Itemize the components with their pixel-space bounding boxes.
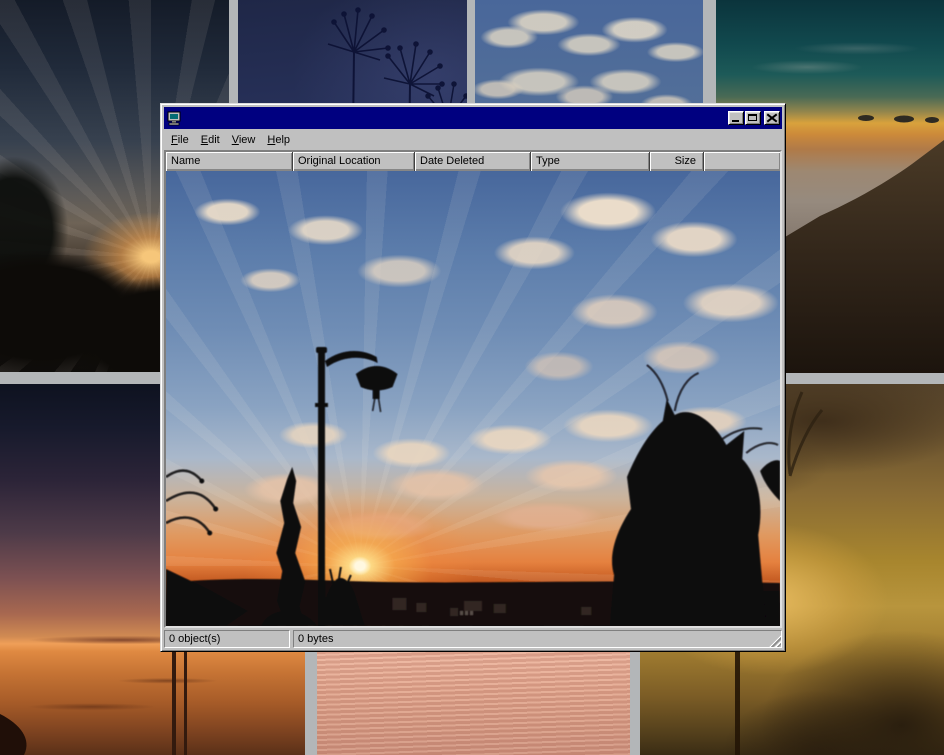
close-button[interactable]: [764, 111, 780, 125]
resize-grip[interactable]: [768, 634, 781, 647]
menu-view-rest: iew: [239, 134, 256, 146]
silhouettes-graphic: [166, 171, 780, 626]
title-bar[interactable]: [164, 107, 782, 129]
status-bar: 0 object(s) 0 bytes: [164, 630, 782, 648]
status-byte-count: 0 bytes: [293, 630, 782, 648]
minimize-icon: [732, 120, 739, 122]
list-viewport-sunset-photo[interactable]: [166, 171, 780, 626]
status-object-count: 0 object(s): [164, 630, 290, 648]
menu-file-hotkey: F: [171, 134, 178, 146]
menu-help-rest: elp: [275, 134, 290, 146]
menu-file-rest: ile: [178, 134, 189, 146]
menu-view-hotkey: V: [232, 134, 239, 146]
maximize-button[interactable]: [745, 111, 761, 125]
menu-edit[interactable]: Edit: [195, 132, 226, 148]
maximize-icon: [748, 114, 757, 121]
column-header-empty[interactable]: [704, 152, 780, 171]
list-view: Name Original Location Date Deleted Type…: [164, 150, 782, 628]
desktop: File Edit View Help Name Original Locati…: [0, 0, 944, 755]
menu-bar: File Edit View Help: [164, 129, 782, 150]
menu-file[interactable]: File: [165, 132, 195, 148]
minimize-button[interactable]: [728, 111, 744, 125]
menu-help[interactable]: Help: [261, 132, 296, 148]
column-header-row: Name Original Location Date Deleted Type…: [166, 152, 780, 171]
column-header-type[interactable]: Type: [531, 152, 650, 171]
column-header-size[interactable]: Size: [650, 152, 704, 171]
column-header-date-deleted[interactable]: Date Deleted: [415, 152, 531, 171]
close-icon: [767, 114, 777, 122]
column-header-name[interactable]: Name: [166, 152, 293, 171]
menu-view[interactable]: View: [226, 132, 262, 148]
recycle-bin-window: File Edit View Help Name Original Locati…: [160, 103, 786, 652]
computer-icon: [167, 111, 183, 126]
menu-edit-rest: dit: [208, 134, 220, 146]
column-header-original-location[interactable]: Original Location: [293, 152, 415, 171]
menu-edit-hotkey: E: [201, 134, 208, 146]
